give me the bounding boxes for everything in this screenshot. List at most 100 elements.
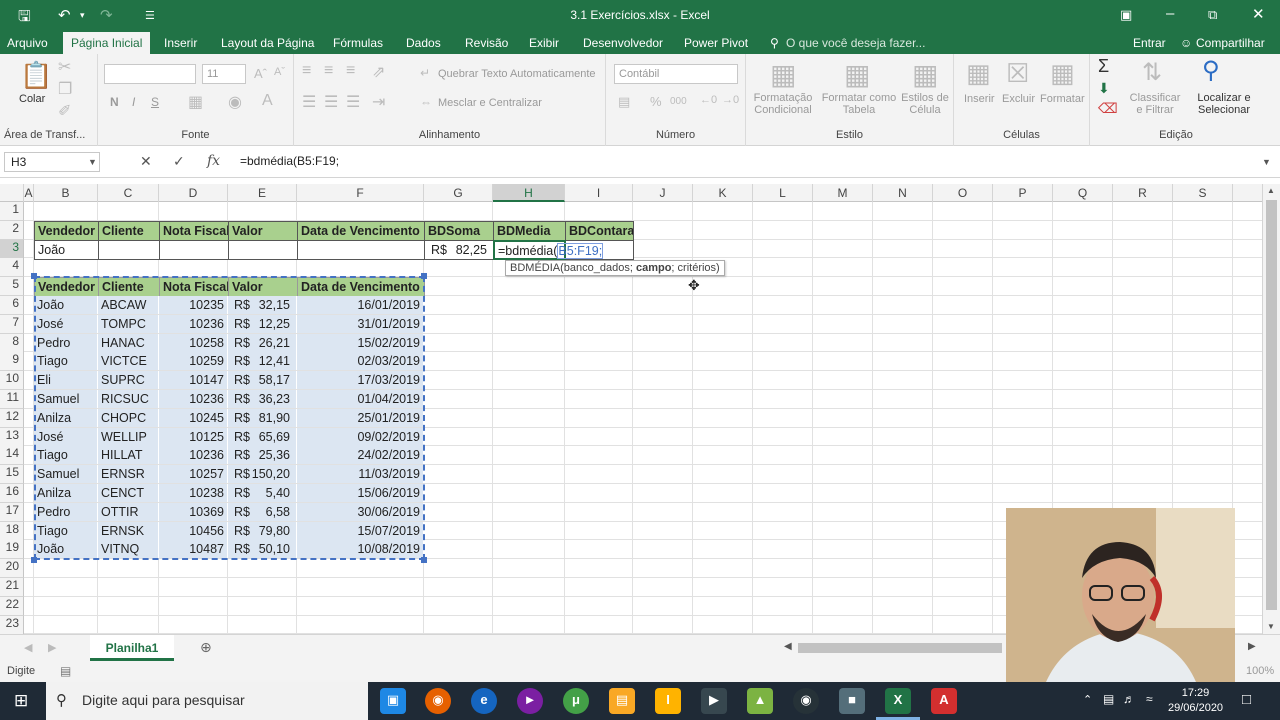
firefox-icon[interactable]: ◉ <box>425 688 451 714</box>
file-explorer-icon[interactable]: ▤ <box>609 688 635 714</box>
align-bottom-icon[interactable]: ≡ <box>346 62 355 80</box>
scroll-left-icon[interactable]: ◀ <box>784 641 792 652</box>
tab-exibir[interactable]: Exibir <box>529 36 559 50</box>
column-header[interactable]: F <box>297 184 424 202</box>
cell-styles-icon[interactable]: ▦ <box>912 58 938 91</box>
bdsoma-cell[interactable]: R$ 82,25 <box>424 240 494 260</box>
column-header[interactable]: K <box>693 184 753 202</box>
column-header[interactable]: I <box>565 184 633 202</box>
table-valor-cell[interactable]: R$ 65,69 <box>228 428 297 446</box>
app-purple-icon[interactable]: ► <box>517 688 543 714</box>
column-header[interactable]: O <box>933 184 993 202</box>
conditional-format-icon[interactable]: ▦ <box>770 58 796 91</box>
table-cell[interactable]: Tiago <box>34 522 98 540</box>
range-handle[interactable] <box>421 557 427 563</box>
tooltip-current-arg[interactable]: campo <box>636 262 671 274</box>
network-icon[interactable]: ▤ <box>1103 692 1114 706</box>
row-header[interactable]: 12 <box>0 409 24 428</box>
criteria-header[interactable]: Data de Vencimento <box>297 221 425 241</box>
row-header[interactable]: 4 <box>0 258 24 277</box>
name-box-dropdown-icon[interactable]: ▼ <box>88 157 97 167</box>
paste-icon[interactable]: 📋 <box>20 60 52 91</box>
table-cell[interactable]: Samuel <box>34 465 98 483</box>
app-dark-icon[interactable]: ◉ <box>793 688 819 714</box>
number-format-box[interactable]: Contábil <box>614 64 738 84</box>
table-header[interactable]: Nota Fiscal <box>159 277 229 297</box>
table-cell[interactable]: VICTCE <box>98 352 159 370</box>
column-header[interactable]: H <box>493 184 565 202</box>
increase-decimal-icon[interactable]: ←0 <box>700 94 717 106</box>
row-header[interactable]: 18 <box>0 522 24 541</box>
ribbon-display-icon[interactable]: ▣ <box>1120 7 1132 23</box>
table-cell[interactable]: 10125 <box>159 428 228 446</box>
table-cell[interactable]: VITNQ <box>98 540 159 558</box>
scroll-up-icon[interactable]: ▲ <box>1267 186 1275 195</box>
table-valor-cell[interactable]: R$ 58,17 <box>228 371 297 389</box>
range-handle[interactable] <box>31 557 37 563</box>
share-button[interactable]: Compartilhar <box>1196 36 1265 50</box>
wrap-text-button[interactable]: Quebrar Texto Automaticamente <box>438 68 596 80</box>
expand-formula-icon[interactable]: ▼ <box>1262 157 1271 167</box>
column-header[interactable]: N <box>873 184 933 202</box>
table-cell[interactable]: HANAC <box>98 334 159 352</box>
table-valor-cell[interactable]: R$ 26,21 <box>228 334 297 352</box>
find-select-button[interactable]: Localizar e Selecionar <box>1186 92 1262 116</box>
conditional-format-button[interactable]: Formatação Condicional <box>751 92 815 116</box>
criteria-cell[interactable] <box>98 240 160 260</box>
restore-icon[interactable]: ⧉ <box>1208 7 1217 23</box>
column-header[interactable]: C <box>98 184 159 202</box>
minimize-icon[interactable]: – <box>1166 5 1174 22</box>
table-cell[interactable]: 15/06/2019 <box>297 484 424 502</box>
sheet-tab-planilha1[interactable]: Planilha1 <box>90 635 174 661</box>
delete-cells-icon[interactable]: ☒ <box>1006 58 1029 89</box>
italic-button[interactable]: I <box>132 95 135 109</box>
media-app-icon[interactable]: ▶ <box>701 688 727 714</box>
next-sheet-icon[interactable]: ▶ <box>48 641 56 654</box>
column-header[interactable]: L <box>753 184 813 202</box>
decrease-decimal-icon[interactable]: →0 <box>722 94 739 106</box>
row-header[interactable]: 16 <box>0 484 24 503</box>
table-cell[interactable]: 09/02/2019 <box>297 428 424 446</box>
tab-formulas[interactable]: Fórmulas <box>333 36 383 50</box>
insert-function-icon[interactable]: fx <box>207 153 220 169</box>
column-header[interactable]: R <box>1113 184 1173 202</box>
table-valor-cell[interactable]: R$ 12,25 <box>228 315 297 333</box>
format-cells-icon[interactable]: ▦ <box>1050 58 1075 89</box>
tray-chevron-icon[interactable]: ⌃ <box>1083 693 1092 706</box>
decrease-font-icon[interactable]: Aˇ <box>274 66 285 78</box>
tab-layout-da-pagina[interactable]: Layout da Página <box>221 36 314 50</box>
table-cell[interactable]: 11/03/2019 <box>297 465 424 483</box>
table-cell[interactable]: 10456 <box>159 522 228 540</box>
format-cells-button[interactable]: Formatar <box>1040 93 1085 105</box>
table-valor-cell[interactable]: R$ 79,80 <box>228 522 297 540</box>
table-cell[interactable]: João <box>34 540 98 558</box>
utorrent-icon[interactable]: μ <box>563 688 589 714</box>
column-header[interactable]: J <box>633 184 693 202</box>
table-valor-cell[interactable]: R$ 32,15 <box>228 296 297 314</box>
table-cell[interactable]: 31/01/2019 <box>297 315 424 333</box>
excel-taskbar-icon[interactable]: X <box>885 688 911 714</box>
table-valor-cell[interactable]: R$ 150,20 <box>228 465 297 483</box>
table-cell[interactable]: Samuel <box>34 390 98 408</box>
row-header[interactable]: 8 <box>0 334 24 353</box>
table-cell[interactable]: HILLAT <box>98 446 159 464</box>
table-cell[interactable]: 10245 <box>159 409 228 427</box>
table-cell[interactable]: 10257 <box>159 465 228 483</box>
table-cell[interactable]: 16/01/2019 <box>297 296 424 314</box>
select-all-corner[interactable] <box>0 184 24 202</box>
row-header[interactable]: 9 <box>0 352 24 371</box>
table-cell[interactable]: ABCAW <box>98 296 159 314</box>
tab-arquivo[interactable]: Arquivo <box>7 36 48 50</box>
table-cell[interactable]: Eli <box>34 371 98 389</box>
merge-icon[interactable]: ⇔ <box>420 95 432 109</box>
zoom-level[interactable]: 100% <box>1246 665 1274 677</box>
table-cell[interactable]: 10236 <box>159 315 228 333</box>
scroll-right-icon[interactable]: ▶ <box>1248 641 1256 652</box>
active-cell-h3[interactable]: =bdmédia(B5:F19; <box>493 240 604 260</box>
table-cell[interactable]: 10259 <box>159 352 228 370</box>
table-cell[interactable]: Anilza <box>34 409 98 427</box>
wifi-icon[interactable]: ≈ <box>1146 692 1153 706</box>
row-header[interactable]: 13 <box>0 428 24 447</box>
table-valor-cell[interactable]: R$ 12,41 <box>228 352 297 370</box>
row-header[interactable]: 2 <box>0 221 24 240</box>
